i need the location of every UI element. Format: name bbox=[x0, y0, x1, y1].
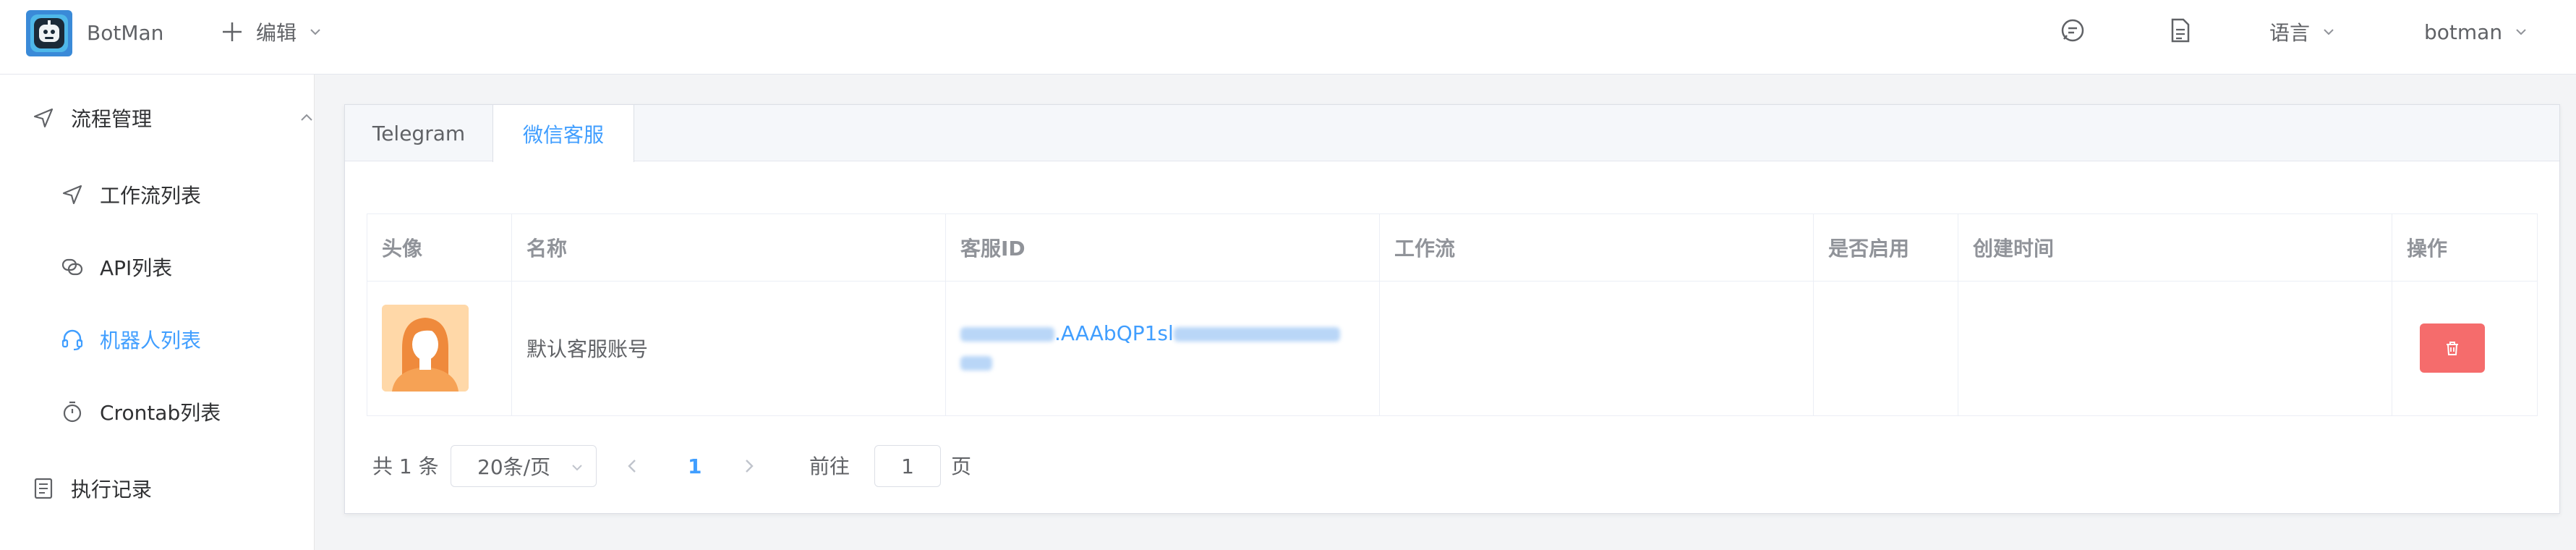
language-menu[interactable]: 语言 bbox=[2269, 17, 2334, 46]
column-header-service-id: 客服ID bbox=[946, 214, 1380, 281]
sidebar-item-label: 工作流列表 bbox=[100, 184, 202, 208]
botman-logo[interactable] bbox=[26, 10, 72, 56]
edit-menu[interactable]: 编辑 bbox=[221, 17, 321, 46]
goto-label: 前往 bbox=[809, 454, 850, 478]
column-header-workflow: 工作流 bbox=[1380, 214, 1814, 281]
user-menu[interactable]: botman bbox=[2424, 17, 2527, 46]
created-time-cell bbox=[1958, 281, 2392, 415]
bot-name: 默认客服账号 bbox=[512, 281, 946, 415]
sidebar-item-label: 流程管理 bbox=[71, 107, 153, 131]
delete-button[interactable] bbox=[2420, 323, 2485, 373]
chat-icon[interactable] bbox=[2060, 17, 2086, 43]
avatar bbox=[382, 305, 469, 392]
redacted-text bbox=[960, 356, 992, 371]
sidebar-item-bot-list[interactable]: 机器人列表 bbox=[0, 310, 375, 368]
plus-icon bbox=[223, 22, 242, 41]
navigation-icon bbox=[33, 108, 54, 128]
current-page[interactable]: 1 bbox=[688, 452, 701, 481]
redacted-text bbox=[960, 327, 1054, 342]
top-header: BotMan 编辑 语言 botman bbox=[0, 0, 2576, 75]
column-header-avatar: 头像 bbox=[367, 214, 512, 281]
chevron-left-icon[interactable] bbox=[621, 455, 643, 477]
sidebar-item-api-list[interactable]: API列表 bbox=[0, 238, 375, 296]
timer-icon bbox=[63, 401, 82, 423]
channel-tabs: Telegram 微信客服 bbox=[345, 105, 2559, 162]
service-id-cell: .AAAbQP1sl bbox=[946, 281, 1380, 415]
document-icon[interactable] bbox=[2167, 17, 2193, 43]
edit-label: 编辑 bbox=[256, 21, 297, 45]
column-header-name: 名称 bbox=[512, 214, 946, 281]
link-icon bbox=[61, 258, 83, 276]
workflow-cell bbox=[1380, 281, 1814, 415]
sidebar-item-label: API列表 bbox=[100, 256, 173, 280]
pagination: 共 1 条 20条/页 1 前往 页 bbox=[367, 445, 1234, 488]
enabled-cell bbox=[1814, 281, 1958, 415]
user-label: botman bbox=[2424, 20, 2503, 44]
chevron-down-icon bbox=[572, 465, 582, 471]
language-label: 语言 bbox=[2269, 21, 2311, 45]
chevron-up-icon bbox=[301, 114, 312, 121]
sidebar-item-workflow-list[interactable]: 工作流列表 bbox=[0, 166, 375, 224]
chevron-right-icon[interactable] bbox=[738, 455, 760, 477]
document-icon bbox=[34, 478, 53, 499]
column-header-actions: 操作 bbox=[2407, 237, 2448, 261]
table-row: 默认客服账号 .AAAbQP1sl bbox=[367, 281, 2537, 415]
sidebar-item-execution-log[interactable]: 执行记录 bbox=[0, 460, 346, 517]
service-id-link[interactable]: .AAAbQP1sl bbox=[960, 319, 1340, 377]
sidebar: 流程管理 工作流列表 API列表 机器人列表 Crontab列表 执行记录 bbox=[0, 75, 315, 550]
sidebar-item-label: 执行记录 bbox=[71, 478, 153, 502]
service-id-visible: .AAAbQP1sl bbox=[1054, 321, 1174, 345]
navigation-icon bbox=[62, 185, 82, 205]
column-header-created-time: 创建时间 bbox=[1958, 214, 2392, 281]
app-name: BotMan bbox=[87, 21, 164, 45]
headset-icon bbox=[61, 329, 83, 351]
trash-icon bbox=[2447, 342, 2458, 355]
page-size-select[interactable]: 20条/页 bbox=[451, 445, 597, 487]
chevron-down-icon bbox=[2324, 29, 2334, 35]
actions-cell bbox=[2392, 281, 2537, 415]
bot-list-card: Telegram 微信客服 头像 名称 客服ID 工作流 是否启用 创建时间 操… bbox=[344, 104, 2560, 514]
pagination-total: 共 1 条 bbox=[372, 454, 439, 478]
sidebar-item-label: 机器人列表 bbox=[100, 329, 202, 352]
page-suffix: 页 bbox=[951, 454, 972, 478]
goto-page-input[interactable] bbox=[874, 445, 941, 487]
redacted-text bbox=[1173, 327, 1340, 342]
column-header-enabled: 是否启用 bbox=[1814, 214, 1958, 281]
bot-table: 头像 名称 客服ID 工作流 是否启用 创建时间 操作 默认客服账号 .AAAb… bbox=[367, 213, 2538, 416]
sidebar-item-crontab-list[interactable]: Crontab列表 bbox=[0, 383, 375, 441]
tab-telegram[interactable]: Telegram bbox=[345, 105, 492, 161]
chevron-down-icon bbox=[310, 29, 320, 35]
avatar-cell bbox=[367, 281, 512, 415]
chevron-down-icon bbox=[2516, 29, 2526, 35]
sidebar-item-label: Crontab列表 bbox=[100, 401, 221, 425]
tab-wechat-service[interactable]: 微信客服 bbox=[492, 105, 634, 162]
sidebar-item-process-management[interactable]: 流程管理 bbox=[0, 89, 346, 147]
page-size-value: 20条/页 bbox=[477, 455, 551, 479]
table-header-row: 头像 名称 客服ID 工作流 是否启用 创建时间 操作 bbox=[367, 214, 2537, 282]
